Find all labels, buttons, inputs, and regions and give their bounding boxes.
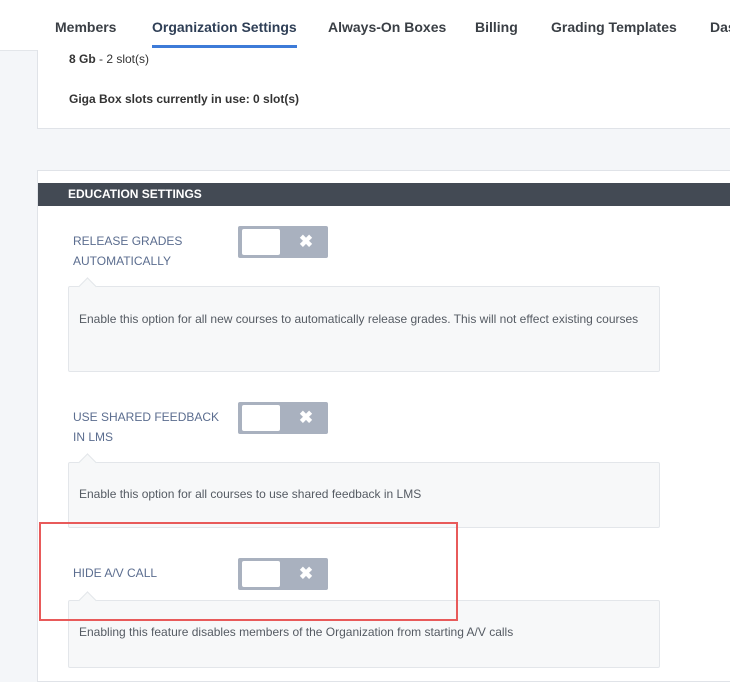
shared-feedback-description: Enable this option for all courses to us…: [68, 453, 660, 528]
callout-arrow: [78, 277, 97, 296]
release-grades-label: RELEASE GRADES AUTOMATICALLY: [73, 234, 183, 268]
hide-av-call-toggle[interactable]: ✖: [238, 558, 328, 590]
tab-billing[interactable]: Billing: [475, 0, 518, 48]
callout-arrow: [78, 453, 97, 472]
slot-size-line: 8 Gb - 2 slot(s): [69, 52, 149, 66]
close-icon: ✖: [298, 408, 314, 427]
release-grades-description-text: Enable this option for all new courses t…: [79, 312, 639, 326]
shared-feedback-description-text: Enable this option for all courses to us…: [79, 487, 422, 501]
tab-dashboard[interactable]: Das: [710, 0, 730, 48]
toggle-knob: [242, 561, 280, 587]
education-settings-card: EDUCATION SETTINGS RELEASE GRADES AUTOMA…: [37, 170, 730, 682]
toggle-knob: [242, 405, 280, 431]
tab-always-on-boxes[interactable]: Always-On Boxes: [328, 0, 446, 48]
tab-members[interactable]: Members: [55, 0, 116, 48]
close-icon: ✖: [298, 564, 314, 583]
giga-box-storage-card: 8 Gb - 2 slot(s) Giga Box slots currentl…: [37, 50, 730, 129]
close-icon: ✖: [298, 232, 314, 251]
shared-feedback-toggle[interactable]: ✖: [238, 402, 328, 434]
slot-count: - 2 slot(s): [95, 52, 150, 66]
hide-av-call-description: Enabling this feature disables members o…: [68, 591, 660, 668]
slot-size: 8 Gb: [69, 52, 96, 66]
education-settings-header: EDUCATION SETTINGS: [38, 183, 730, 206]
hide-av-call-label: HIDE A/V CALL: [73, 566, 158, 580]
slots-in-use: Giga Box slots currently in use: 0 slot(…: [69, 92, 300, 106]
shared-feedback-label: USE SHARED FEEDBACK IN LMS: [73, 410, 220, 444]
top-navigation: Members Organization Settings Always-On …: [0, 0, 730, 51]
toggle-knob: [242, 229, 280, 255]
release-grades-description: Enable this option for all new courses t…: [68, 277, 660, 372]
hide-av-call-description-text: Enabling this feature disables members o…: [79, 625, 514, 639]
tab-organization-settings[interactable]: Organization Settings: [152, 0, 297, 48]
tab-grading-templates[interactable]: Grading Templates: [551, 0, 677, 48]
release-grades-toggle[interactable]: ✖: [238, 226, 328, 258]
callout-arrow: [78, 591, 97, 610]
